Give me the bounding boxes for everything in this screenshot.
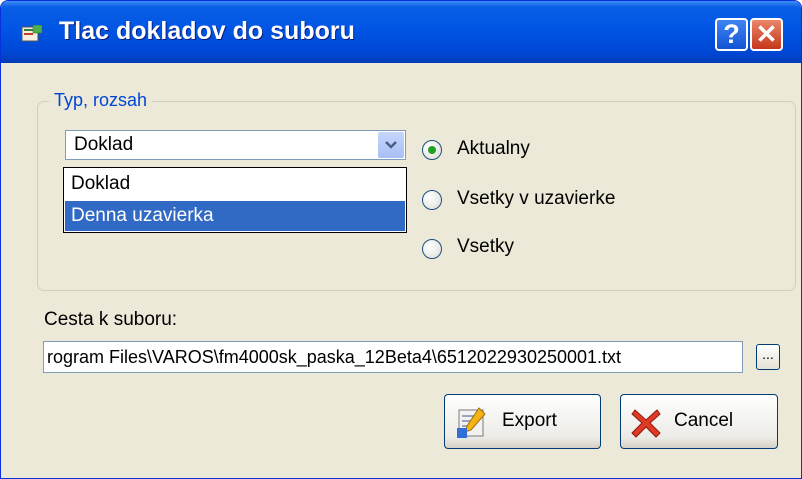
file-path-input[interactable]: rogram Files\VAROS\fm4000sk_paska_12Beta… bbox=[43, 341, 743, 373]
export-icon bbox=[457, 407, 486, 438]
cancel-x-icon bbox=[631, 409, 661, 438]
cancel-label: Cancel bbox=[674, 410, 734, 431]
help-button[interactable]: ? bbox=[715, 18, 748, 51]
radio-label-vsetky-v-uzavierke[interactable]: Vsetky v uzavierke bbox=[457, 188, 615, 210]
dialog-body: Typ, rozsah Doklad Doklad Denna uzavierk… bbox=[4, 63, 798, 475]
browse-button[interactable]: ... bbox=[756, 344, 780, 370]
radio-checked-dot bbox=[428, 146, 436, 154]
title-bar[interactable]: Tlac dokladov do suboru ? ✕ bbox=[1, 1, 801, 63]
combo-value: Doklad bbox=[74, 134, 134, 155]
help-icon: ? bbox=[723, 19, 740, 49]
window-title: Tlac dokladov do suboru bbox=[59, 17, 355, 45]
path-label: Cesta k suboru: bbox=[44, 309, 178, 330]
file-path-value: rogram Files\VAROS\fm4000sk_paska_12Beta… bbox=[47, 347, 622, 367]
dropdown-option-denna-uzavierka[interactable]: Denna uzavierka bbox=[65, 201, 405, 231]
group-legend: Typ, rozsah bbox=[49, 90, 153, 111]
export-button[interactable]: Export bbox=[444, 394, 601, 449]
close-button[interactable]: ✕ bbox=[750, 18, 783, 51]
radio-aktualny[interactable] bbox=[422, 140, 442, 160]
document-type-combo[interactable]: Doklad bbox=[65, 130, 406, 160]
combo-dropdown-button[interactable] bbox=[378, 132, 404, 158]
export-label: Export bbox=[502, 410, 557, 431]
radio-label-aktualny[interactable]: Aktualny bbox=[457, 138, 530, 160]
radio-vsetky-v-uzavierke[interactable] bbox=[422, 190, 442, 210]
cancel-button[interactable]: Cancel bbox=[620, 394, 778, 449]
radio-vsetky[interactable] bbox=[422, 239, 442, 259]
chevron-down-icon bbox=[385, 141, 397, 149]
radio-label-vsetky[interactable]: Vsetky bbox=[457, 236, 514, 258]
dropdown-option-doklad[interactable]: Doklad bbox=[65, 169, 405, 199]
app-icon bbox=[21, 25, 43, 42]
close-icon: ✕ bbox=[755, 19, 778, 49]
dialog-window: Tlac dokladov do suboru ? ✕ Typ, rozsah … bbox=[0, 0, 802, 479]
combo-dropdown-list: Doklad Denna uzavierka bbox=[63, 167, 407, 233]
